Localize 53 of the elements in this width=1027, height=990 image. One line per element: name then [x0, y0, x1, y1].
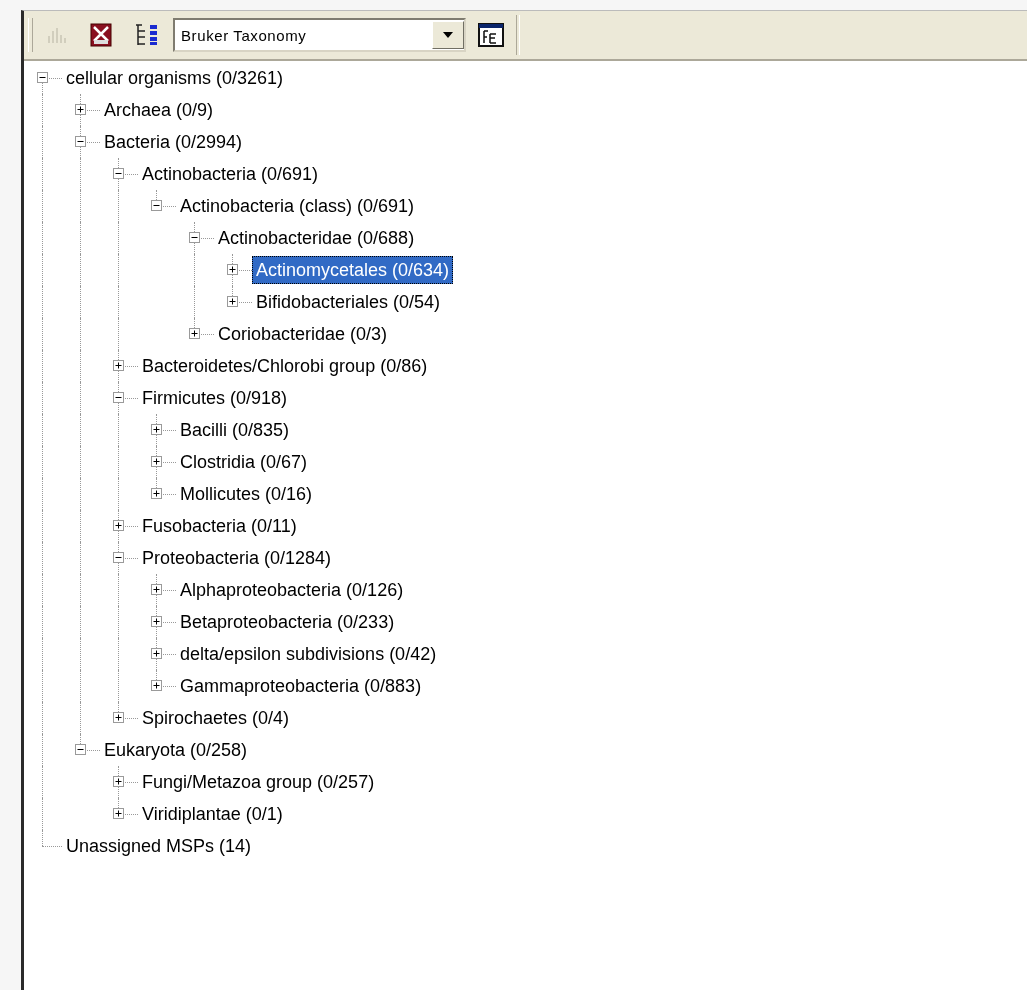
collapse-icon[interactable] — [189, 232, 200, 243]
expand-icon[interactable] — [151, 680, 162, 691]
expand-icon[interactable] — [151, 616, 162, 627]
tree-item[interactable]: Proteobacteria (0/1284) — [138, 544, 336, 572]
tree-item[interactable]: Betaproteobacteria (0/233) — [176, 608, 399, 636]
expand-icon[interactable] — [151, 584, 162, 595]
collapse-icon[interactable] — [37, 72, 48, 83]
expand-icon[interactable] — [151, 488, 162, 499]
tree-item[interactable]: Actinobacteridae (0/688) — [214, 224, 419, 252]
expand-icon[interactable] — [151, 424, 162, 435]
tree-item[interactable]: Eukaryota (0/258) — [100, 736, 252, 764]
expand-icon[interactable] — [113, 776, 124, 787]
tree-item[interactable]: cellular organisms (0/3261) — [62, 64, 288, 92]
delete-icon[interactable] — [89, 23, 113, 47]
tree-item[interactable]: Actinomycetales (0/634) — [252, 256, 454, 284]
tree-item[interactable]: Firmicutes (0/918) — [138, 384, 292, 412]
tree-item[interactable]: Unassigned MSPs (14) — [62, 832, 256, 860]
tree-item[interactable]: Spirochaetes (0/4) — [138, 704, 294, 732]
expand-icon[interactable] — [113, 520, 124, 531]
tree-item[interactable]: Bacteroidetes/Chlorobi group (0/86) — [138, 352, 432, 380]
expand-icon[interactable] — [227, 264, 238, 275]
tree-item[interactable]: Alphaproteobacteria (0/126) — [176, 576, 408, 604]
collapse-icon[interactable] — [113, 392, 124, 403]
tree-item[interactable]: Bacilli (0/835) — [176, 416, 294, 444]
expand-icon[interactable] — [227, 296, 238, 307]
tree-item[interactable]: Bacteria (0/2994) — [100, 128, 247, 156]
properties-icon[interactable] — [478, 23, 504, 47]
tree-item[interactable]: Bifidobacteriales (0/54) — [252, 288, 445, 316]
dropdown-arrow-icon — [443, 32, 453, 38]
collapse-icon[interactable] — [75, 136, 86, 147]
collapse-icon[interactable] — [113, 552, 124, 563]
expand-icon[interactable] — [113, 360, 124, 371]
tree-item[interactable]: Viridiplantae (0/1) — [138, 800, 287, 828]
tree-item[interactable]: Clostridia (0/67) — [176, 448, 312, 476]
expand-icon[interactable] — [151, 456, 162, 467]
tree-item[interactable]: Fusobacteria (0/11) — [138, 512, 301, 540]
tree-item[interactable]: Actinobacteria (0/691) — [138, 160, 323, 188]
expand-icon[interactable] — [151, 648, 162, 659]
tree-item[interactable]: Actinobacteria (class) (0/691) — [176, 192, 419, 220]
taxonomy-dropdown[interactable]: Bruker Taxonomy — [173, 18, 466, 52]
collapse-icon[interactable] — [113, 168, 124, 179]
collapse-icon[interactable] — [75, 744, 86, 755]
tree-item[interactable]: Gammaproteobacteria (0/883) — [176, 672, 426, 700]
expand-icon[interactable] — [75, 104, 86, 115]
expand-icon[interactable] — [113, 808, 124, 819]
tree-item[interactable]: Archaea (0/9) — [100, 96, 218, 124]
expand-icon[interactable] — [189, 328, 200, 339]
tree-item[interactable]: Coriobacteridae (0/3) — [214, 320, 392, 348]
collapse-icon[interactable] — [151, 200, 162, 211]
tree-item[interactable]: Mollicutes (0/16) — [176, 480, 317, 508]
tree-item[interactable]: delta/epsilon subdivisions (0/42) — [176, 640, 441, 668]
expand-icon[interactable] — [113, 712, 124, 723]
tree-item[interactable]: Fungi/Metazoa group (0/257) — [138, 768, 379, 796]
